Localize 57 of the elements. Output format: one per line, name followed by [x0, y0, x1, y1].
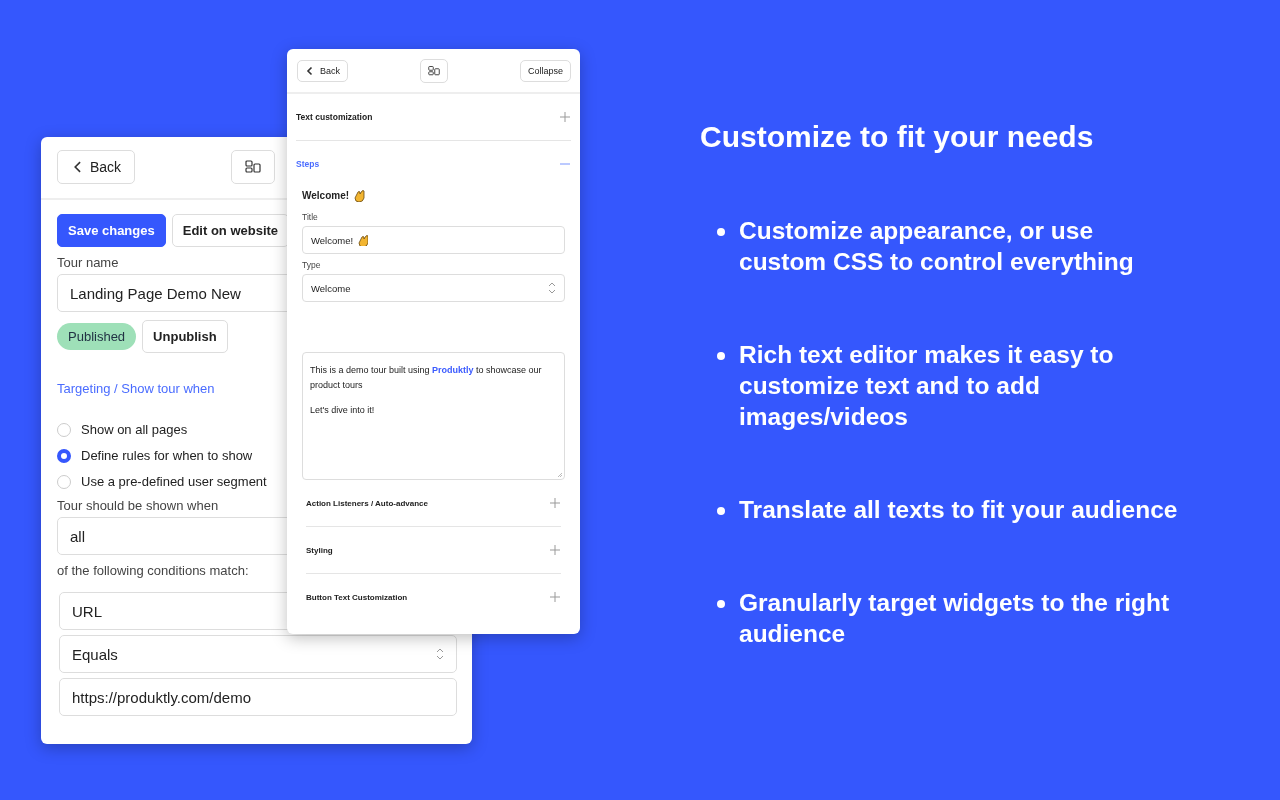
radio-label: Define rules for when to show: [81, 448, 253, 463]
resize-grip-icon: [557, 472, 563, 478]
field-value: Welcome!: [311, 234, 354, 246]
step-heading: Welcome!: [302, 190, 350, 201]
back-button[interactable]: Back: [297, 60, 348, 82]
paragraph: This is a demo tour built using Produktly to showcase our product tours: [310, 364, 543, 392]
field-label: Title: [302, 212, 318, 222]
field-label: Tour should be shown when: [57, 498, 219, 513]
up-down-chevron-icon: [436, 648, 444, 660]
plus-icon: [559, 111, 571, 123]
edit-button[interactable]: Edit on website: [171, 214, 290, 247]
bullet-text: Customize appearance, or use custom CSS to control everything: [739, 216, 1135, 277]
plus-icon: [549, 591, 561, 603]
field-value: Landing Page Demo New: [70, 284, 241, 302]
targeting-link[interactable]: Targeting / Show tour when: [57, 381, 215, 396]
radio-label: Show on all pages: [81, 422, 188, 437]
layout-icon: [245, 159, 261, 175]
text-field[interactable]: https://produktly.com/demo: [59, 678, 457, 716]
layout-button[interactable]: [231, 150, 275, 184]
field-label: of the following conditions match:: [57, 563, 249, 578]
plus-icon: [549, 497, 561, 509]
field-value: Welcome: [311, 282, 351, 294]
status-badge: Published: [57, 323, 137, 350]
dropdown-field[interactable]: Welcome: [302, 274, 565, 302]
field-value: URL: [72, 602, 102, 620]
field-value: https://produktly.com/demo: [72, 688, 251, 706]
collapse-button[interactable]: Collapse: [519, 60, 571, 82]
bullet-icon: [717, 352, 725, 360]
plus-icon: [549, 544, 561, 556]
accordion-header[interactable]: Action Listeners / Auto-advance: [306, 480, 561, 527]
bullet-text: Granularly target widgets to the right audience: [739, 588, 1171, 649]
bullet-text: Translate all texts to fit your audience: [739, 495, 1179, 525]
bullet-icon: [717, 600, 725, 608]
layout-button[interactable]: [420, 59, 448, 83]
up-down-chevron-icon: [548, 282, 556, 294]
layout-icon: [428, 65, 440, 77]
field-value: Equals: [72, 645, 118, 663]
bullet-icon: [717, 507, 725, 515]
bullet-icon: [717, 228, 725, 236]
bullet-text: Rich text editor makes it easy to customize text and to add images/videos: [739, 340, 1115, 432]
accordion-header[interactable]: Styling: [306, 527, 561, 574]
paragraph: Let's dive into it!: [310, 404, 376, 417]
chevron-left-icon: [305, 66, 315, 76]
accordion-header[interactable]: Text customization: [296, 94, 571, 141]
radio-label: Use a pre-defined user segment: [81, 474, 267, 489]
radio-button[interactable]: [57, 448, 71, 463]
field-label: Type: [302, 260, 321, 270]
accordion-header[interactable]: Steps: [296, 141, 571, 187]
field-value: all: [70, 527, 85, 545]
field-label: Tour name: [57, 255, 119, 270]
back-button[interactable]: Back: [57, 150, 136, 184]
unpublish-button[interactable]: Unpublish: [142, 320, 228, 353]
dropdown-field[interactable]: Equals: [59, 635, 457, 673]
text-field[interactable]: Welcome!: [302, 226, 565, 254]
rich-text-editor[interactable]: This is a demo tour built using Produktly to showcase our product tours Let's dive into it!: [302, 352, 565, 480]
headline: Customize to fit your needs: [700, 120, 1095, 154]
save-button[interactable]: Save changes: [57, 214, 166, 247]
